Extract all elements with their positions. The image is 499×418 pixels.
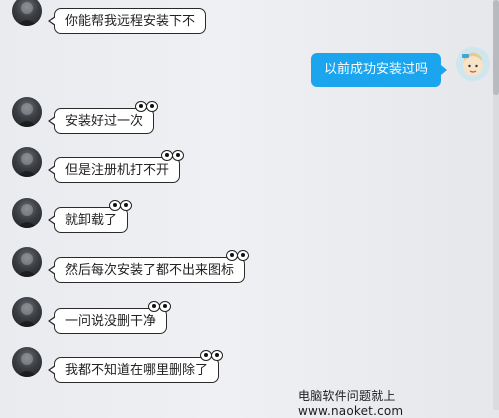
- message-bubble[interactable]: 就卸载了: [47, 200, 133, 233]
- cartoon-eyes-icon: [161, 150, 185, 162]
- contact-avatar[interactable]: [12, 97, 42, 127]
- message-bubble[interactable]: 但是注册机打不开: [47, 150, 185, 183]
- my-avatar[interactable]: [456, 47, 490, 81]
- cartoon-eyes-icon: [135, 101, 159, 113]
- message-text: 一问说没删干净: [65, 314, 157, 329]
- message-text: 我都不知道在哪里删除了: [65, 363, 209, 378]
- contact-avatar[interactable]: [12, 247, 42, 277]
- message-text: 安装好过一次: [65, 114, 144, 129]
- message-text: 但是注册机打不开: [65, 163, 170, 178]
- cartoon-eyes-icon: [200, 350, 224, 362]
- cartoon-eyes-icon: [226, 250, 250, 262]
- cartoon-eyes-icon: [109, 200, 133, 212]
- cartoon-eyes-icon: [148, 301, 172, 313]
- watermark-text: 电脑软件问题就上www.naoket.com: [298, 389, 404, 418]
- contact-avatar[interactable]: [12, 297, 42, 327]
- sent-message-text: 以前成功安装过吗: [323, 62, 428, 77]
- message-bubble[interactable]: 一问说没删干净: [47, 301, 172, 334]
- message-bubble[interactable]: 你能帮我远程安装下不: [47, 8, 207, 34]
- scrollbar-thumb[interactable]: [493, 0, 499, 95]
- contact-avatar[interactable]: [12, 147, 42, 177]
- contact-avatar[interactable]: [12, 0, 42, 26]
- contact-avatar[interactable]: [12, 347, 42, 377]
- sent-message-bubble[interactable]: 以前成功安装过吗: [310, 53, 448, 87]
- message-bubble[interactable]: 然后每次安装了都不出来图标: [47, 250, 250, 283]
- message-text: 然后每次安装了都不出来图标: [65, 263, 235, 278]
- message-text: 你能帮我远程安装下不: [65, 14, 196, 29]
- message-bubble[interactable]: 安装好过一次: [47, 101, 159, 134]
- contact-avatar[interactable]: [12, 198, 42, 228]
- message-text: 就卸载了: [65, 213, 118, 228]
- scrollbar[interactable]: [493, 0, 499, 410]
- message-bubble[interactable]: 我都不知道在哪里删除了: [47, 350, 224, 383]
- chat-window: 你能帮我远程安装下不 以前成功安装过吗 安装好过一次 但是注册机打不开 就卸载了: [0, 0, 499, 418]
